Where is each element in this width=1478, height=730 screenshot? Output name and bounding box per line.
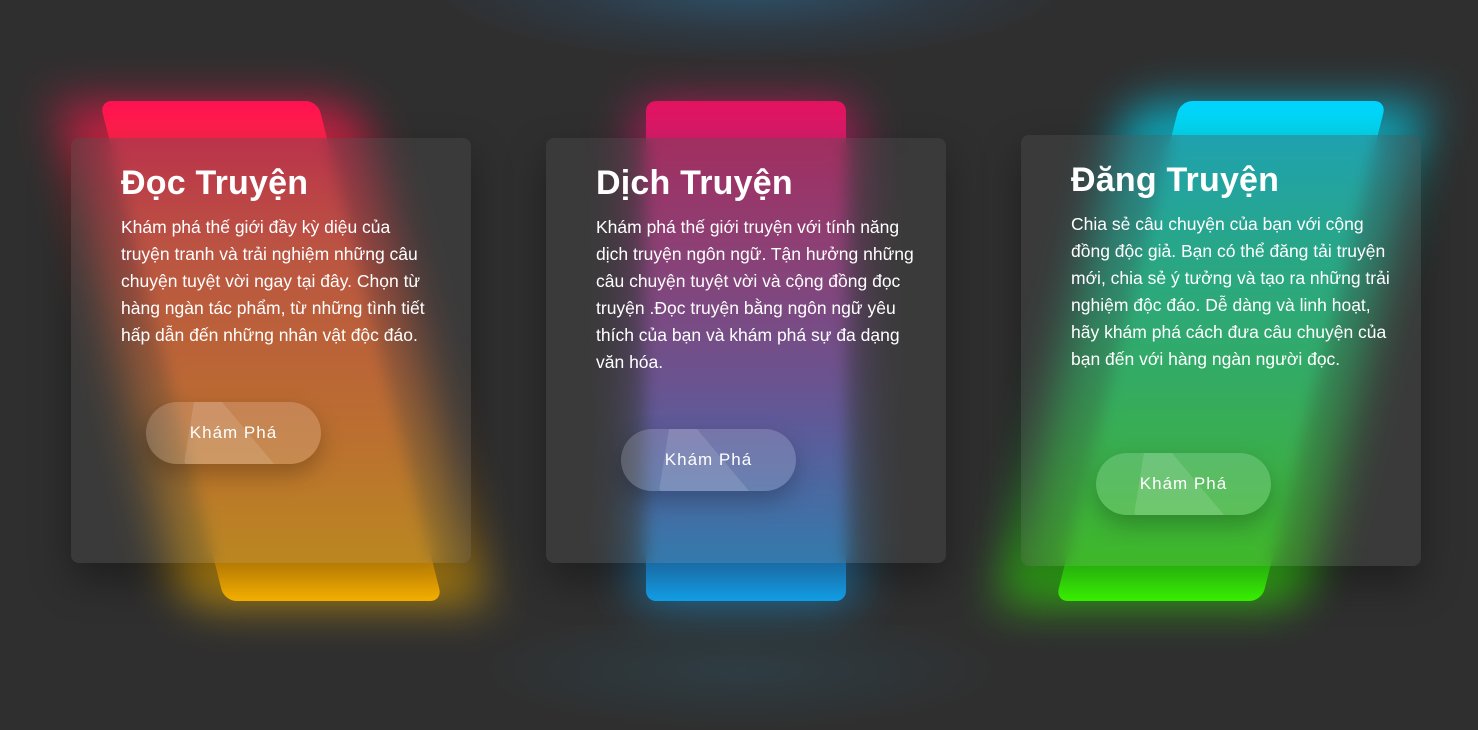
bottom-ambient-glow xyxy=(480,610,1000,730)
explore-button[interactable]: Khám Phá xyxy=(621,429,796,491)
card-doc-truyen-panel: Đọc Truyện Khám phá thế giới đầy kỳ diệu… xyxy=(71,138,471,563)
card-title: Đọc Truyện xyxy=(121,164,309,202)
card-title: Dịch Truyện xyxy=(596,164,793,202)
top-ambient-glow xyxy=(440,0,1060,60)
card-description: Khám phá thế giới đầy kỳ diệu của truyện… xyxy=(121,217,425,345)
explore-button[interactable]: Khám Phá xyxy=(146,402,321,464)
explore-button-label: Khám Phá xyxy=(1139,474,1228,493)
card-title: Đăng Truyện xyxy=(1071,161,1280,199)
card-description: Chia sẻ câu chuyện của bạn với cộng đồng… xyxy=(1071,214,1390,369)
card-description: Khám phá thế giới truyện với tính năng d… xyxy=(596,217,914,372)
card-dich-truyen-panel: Dịch Truyện Khám phá thế giới truyện với… xyxy=(546,138,946,563)
card-dang-truyen-panel: Đăng Truyện Chia sẻ câu chuyện của bạn v… xyxy=(1021,135,1421,566)
explore-button[interactable]: Khám Phá xyxy=(1096,453,1271,515)
explore-button-label: Khám Phá xyxy=(664,450,753,469)
explore-button-label: Khám Phá xyxy=(189,423,278,442)
